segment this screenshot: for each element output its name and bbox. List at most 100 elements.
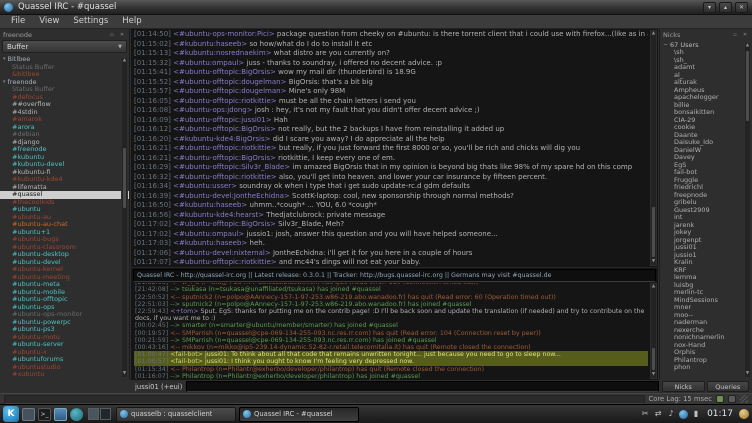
dock-float-icon[interactable]: ▫ <box>731 31 739 39</box>
ssl-status-icon[interactable] <box>728 395 736 403</box>
file-manager-icon[interactable] <box>54 408 67 421</box>
nick-item[interactable]: freepnode <box>660 192 752 200</box>
nick-item[interactable]: Guest2909 <box>660 207 752 215</box>
buffer-item[interactable]: #freenode <box>0 146 129 154</box>
nick-item[interactable]: moo-- <box>660 312 752 320</box>
buffer-item[interactable]: #ubuntu-kernel <box>0 266 129 274</box>
nick-item[interactable]: Fruggle <box>660 177 752 185</box>
own-nick-label[interactable]: jussi01 (+eui) <box>131 383 186 391</box>
buffer-item[interactable]: #ubuntu-desktop <box>0 251 129 259</box>
core-connection-icon[interactable] <box>716 395 724 403</box>
channel-chat-scrollbar[interactable]: ▲ ▼ <box>650 283 657 379</box>
nick-item[interactable]: EgS <box>660 162 752 170</box>
nick-item[interactable]: nonichnamerlin <box>660 334 752 342</box>
buffer-item[interactable]: #ubuntu+1 <box>0 229 129 237</box>
buffer-item[interactable]: #kubuntu <box>0 154 129 162</box>
topic-bar[interactable]: Quassel IRC - http://quassel-irc.org || … <box>133 269 656 282</box>
buffer-item[interactable]: #ubuntu-devel <box>0 259 129 267</box>
nick-item[interactable]: Davey <box>660 154 752 162</box>
chat-monitor-scrollbar[interactable]: ▲ ▼ <box>650 30 657 266</box>
nick-item[interactable]: phon <box>660 364 752 372</box>
buffer-item[interactable]: #ubuntu-au <box>0 214 129 222</box>
nick-item[interactable]: MindSessions <box>660 297 752 305</box>
panel-toolbox-icon[interactable] <box>739 409 749 419</box>
nick-item[interactable]: mner <box>660 304 752 312</box>
nick-item[interactable]: adamt <box>660 64 752 72</box>
nick-item[interactable]: luisbg <box>660 282 752 290</box>
nick-item[interactable]: Philantrop <box>660 357 752 365</box>
buffer-item[interactable]: #4stdin <box>0 109 129 117</box>
nick-item[interactable]: int <box>660 214 752 222</box>
pager-desktop-2[interactable] <box>100 408 111 420</box>
buffer-item[interactable]: #kubuntu-kde4 <box>0 176 129 184</box>
nick-item[interactable]: CIA-29 <box>660 117 752 125</box>
buffer-item[interactable]: #ubuntu-ops-monitor <box>0 311 129 319</box>
buffer-item[interactable]: #kubuntu-fi <box>0 169 129 177</box>
quassel-tray-icon[interactable] <box>679 410 688 419</box>
nick-item[interactable]: jussio1 <box>660 252 752 260</box>
nick-list-scrollbar[interactable]: ▲ ▼ <box>744 42 751 378</box>
buffer-item[interactable]: #thecoolkids <box>0 199 129 207</box>
pager-desktop-1[interactable] <box>88 408 99 420</box>
buffer-item[interactable]: #ubuntu-offtopic <box>0 296 129 304</box>
buffer-item[interactable]: #ubuntu-ops <box>0 304 129 312</box>
nick-item[interactable]: friedrichl <box>660 184 752 192</box>
buffer-list-scrollbar[interactable]: ▲ ▼ <box>121 57 128 378</box>
nick-item[interactable]: \sh_ <box>660 57 752 65</box>
maximize-button[interactable]: ▴ <box>719 2 732 13</box>
volume-tray-icon[interactable]: ♪ <box>666 409 676 419</box>
buffer-item[interactable]: #ubuntu-meeting <box>0 274 129 282</box>
nick-item[interactable]: jussi01 <box>660 244 752 252</box>
scroll-down-icon[interactable]: ▼ <box>651 259 656 265</box>
nick-item[interactable]: Orphis <box>660 349 752 357</box>
buffer-item[interactable]: #kubuntu-devel <box>0 161 129 169</box>
buffer-item[interactable]: #ubuntu-classroom <box>0 244 129 252</box>
buffer-item[interactable]: #quassel <box>0 191 129 199</box>
buffer-item[interactable]: #ubuntu-powerpc <box>0 319 129 327</box>
network-tray-icon[interactable]: ⇄ <box>653 409 663 419</box>
scroll-up-icon[interactable]: ▲ <box>651 284 656 290</box>
buffer-item[interactable]: ##overflow <box>0 101 129 109</box>
nick-group-row[interactable]: − 67 Users <box>660 41 752 49</box>
nick-dock-titlebar[interactable]: Nicks ▫ ✕ <box>660 29 752 40</box>
scroll-down-icon[interactable]: ▼ <box>745 371 750 377</box>
buffer-item[interactable]: #lifematta <box>0 184 129 192</box>
scroll-up-icon[interactable]: ▲ <box>651 31 656 37</box>
close-button[interactable]: ✕ <box>735 2 748 13</box>
buffer-item[interactable]: #ubuntu-mobile <box>0 289 129 297</box>
power-tray-icon[interactable]: ▮ <box>691 409 701 419</box>
buffer-item[interactable]: #ubuntu-meta <box>0 281 129 289</box>
nick-item[interactable]: naderman <box>660 319 752 327</box>
resize-grip[interactable] <box>740 395 748 403</box>
scrollbar-thumb[interactable] <box>652 348 655 370</box>
buffer-item[interactable]: #xubuntu <box>0 371 129 379</box>
buffer-item[interactable]: #amarok <box>0 116 129 124</box>
buffer-item[interactable]: #ubuntu-au-chat <box>0 221 129 229</box>
window-titlebar[interactable]: Quassel IRC - #quassel ▾ ▴ ✕ <box>0 0 752 15</box>
menu-settings[interactable]: Settings <box>66 15 115 28</box>
buffer-item[interactable]: #ubuntu-server <box>0 341 129 349</box>
scroll-down-icon[interactable]: ▼ <box>122 371 127 377</box>
klipper-tray-icon[interactable]: ✂ <box>640 409 650 419</box>
nick-item[interactable]: jarenk <box>660 222 752 230</box>
buffer-item[interactable]: #ubuntu-motu <box>0 334 129 342</box>
nick-item[interactable]: bonsaikitten <box>660 109 752 117</box>
buffer-item[interactable]: Status Buffer <box>0 64 129 72</box>
buffer-item[interactable]: #ubuntu-ps3 <box>0 326 129 334</box>
buffer-view-selector[interactable]: Buffer ▼ <box>2 40 127 53</box>
expander-icon[interactable]: ▾ <box>3 79 6 87</box>
nick-item[interactable]: lemma <box>660 274 752 282</box>
nick-item[interactable]: merlin-tc <box>660 289 752 297</box>
nick-item[interactable]: jorgenpt <box>660 237 752 245</box>
buffer-item[interactable]: &bitlbee <box>0 71 129 79</box>
tab-nicks[interactable]: Nicks <box>662 381 705 392</box>
buffer-item[interactable]: #ubuntu-x <box>0 349 129 357</box>
buffer-dock-titlebar[interactable]: freenode ▫ ✕ <box>0 29 129 40</box>
buffer-item[interactable]: #ubuntu <box>0 206 129 214</box>
nick-item[interactable]: billie <box>660 102 752 110</box>
buffer-item[interactable]: #defocus <box>0 94 129 102</box>
scrollbar-thumb[interactable] <box>123 148 126 208</box>
nick-item[interactable]: jokey <box>660 229 752 237</box>
buffer-item[interactable]: #ubuntu-bugs <box>0 236 129 244</box>
nick-item[interactable]: nexerche <box>660 327 752 335</box>
